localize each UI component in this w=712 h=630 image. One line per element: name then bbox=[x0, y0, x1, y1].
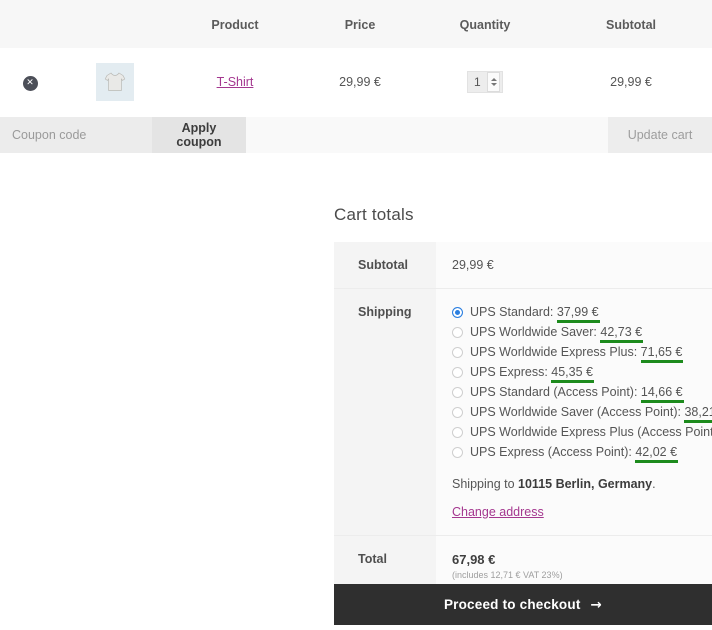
cell-subtotal: 29,99 € bbox=[610, 75, 652, 89]
shipping-option[interactable]: UPS Worldwide Saver: 42,73 € bbox=[452, 325, 698, 343]
shipping-to-prefix: Shipping to bbox=[452, 477, 519, 491]
cell-thumbnail bbox=[60, 48, 170, 116]
shipping-methods-list: UPS Standard: 37,99 € UPS Worldwide Saver… bbox=[452, 305, 712, 463]
header-price: Price bbox=[344, 18, 376, 32]
remove-item-icon[interactable]: ✕ bbox=[22, 75, 38, 91]
table-row: ✕ T-Shirt 29,99 € 1 29,99 € bbox=[0, 48, 712, 116]
shipping-option-radio[interactable] bbox=[452, 367, 463, 378]
shipping-option-name: UPS Worldwide Express Plus (Access Point… bbox=[470, 425, 712, 439]
shipping-option[interactable]: UPS Worldwide Express Plus: 71,65 € bbox=[452, 345, 698, 363]
shipping-option-label[interactable]: UPS Standard: 37,99 € bbox=[470, 305, 600, 323]
shipping-option[interactable]: UPS Worldwide Express Plus (Access Point… bbox=[452, 425, 712, 440]
quantity-increase-icon[interactable] bbox=[490, 78, 497, 81]
change-address-link[interactable]: Change address bbox=[452, 505, 544, 519]
total-value: 67,98 € bbox=[452, 552, 496, 567]
shipping-option[interactable]: UPS Express (Access Point): 42,02 € bbox=[452, 445, 698, 463]
shipping-to-address: 10115 Berlin, Germany bbox=[518, 477, 653, 491]
header-product: Product bbox=[211, 18, 259, 32]
cart-totals-table: Subtotal 29,99 € Shipping UPS Standard: … bbox=[334, 242, 712, 596]
cell-price: 29,99 € bbox=[339, 75, 381, 89]
arrow-right-icon: → bbox=[590, 596, 603, 613]
shipping-option-price: 38,21 € bbox=[684, 405, 712, 423]
quantity-spinner[interactable] bbox=[487, 72, 500, 92]
shipping-option-radio[interactable] bbox=[452, 407, 463, 418]
product-thumbnail[interactable] bbox=[96, 63, 134, 101]
shipping-destination: Shipping to 10115 Berlin, Germany. bbox=[452, 477, 698, 491]
shipping-option-price: 42,73 € bbox=[600, 325, 643, 343]
cart-table-header: Product Price Quantity Subtotal bbox=[0, 0, 712, 48]
apply-coupon-button[interactable]: Apply coupon bbox=[152, 117, 246, 153]
shipping-option-name: UPS Worldwide Saver (Access Point): bbox=[470, 405, 685, 419]
shipping-option-radio[interactable] bbox=[452, 427, 463, 438]
shipping-option-radio[interactable] bbox=[452, 347, 463, 358]
subtotal-value: 29,99 € bbox=[436, 242, 712, 289]
shipping-option-price: 42,02 € bbox=[635, 445, 678, 463]
cart-totals-section: Cart totals Subtotal 29,99 € Shipping UP… bbox=[334, 205, 712, 596]
shipping-to-suffix: . bbox=[652, 477, 656, 491]
product-name-link[interactable]: T-Shirt bbox=[217, 75, 254, 89]
shipping-option-name: UPS Worldwide Express Plus: bbox=[470, 345, 641, 359]
quantity-value[interactable]: 1 bbox=[474, 75, 487, 89]
shipping-option[interactable]: UPS Standard: 37,99 € bbox=[452, 305, 698, 323]
shipping-option[interactable]: UPS Express: 45,35 € bbox=[452, 365, 698, 383]
cell-product: T-Shirt bbox=[170, 48, 300, 116]
tshirt-icon bbox=[104, 72, 126, 91]
shipping-option-label[interactable]: UPS Standard (Access Point): 14,66 € bbox=[470, 385, 684, 403]
shipping-option-name: UPS Express (Access Point): bbox=[470, 445, 636, 459]
subtotal-label: Subtotal bbox=[334, 242, 436, 289]
shipping-option-price: 14,66 € bbox=[640, 385, 684, 403]
coupon-spacer bbox=[246, 117, 608, 153]
shipping-option-label[interactable]: UPS Worldwide Express Plus (Access Point… bbox=[470, 425, 712, 440]
header-quantity: Quantity bbox=[459, 18, 511, 32]
header-remove bbox=[0, 0, 60, 48]
coupon-row: Apply coupon Update cart bbox=[0, 117, 712, 153]
shipping-option-label[interactable]: UPS Express: 45,35 € bbox=[470, 365, 594, 383]
shipping-option-radio[interactable] bbox=[452, 327, 463, 338]
cell-remove: ✕ bbox=[0, 48, 60, 116]
total-vat-note: (includes 12,71 € VAT 23%) bbox=[452, 570, 563, 580]
shipping-option-name: UPS Worldwide Saver: bbox=[470, 325, 601, 339]
shipping-options-cell: UPS Standard: 37,99 € UPS Worldwide Saver… bbox=[436, 288, 712, 536]
cart-header-row: Product Price Quantity Subtotal bbox=[0, 0, 712, 48]
subtotal-row: Subtotal 29,99 € bbox=[334, 242, 712, 289]
shipping-option-label[interactable]: UPS Worldwide Express Plus: 71,65 € bbox=[470, 345, 684, 363]
shipping-row: Shipping UPS Standard: 37,99 € UPS Worldw… bbox=[334, 288, 712, 536]
header-subtotal: Subtotal bbox=[606, 18, 656, 32]
cart-table: Product Price Quantity Subtotal ✕ T-Shir… bbox=[0, 0, 712, 116]
shipping-option[interactable]: UPS Worldwide Saver (Access Point): 38,2… bbox=[452, 405, 712, 423]
shipping-option-name: UPS Standard: bbox=[470, 305, 557, 319]
cart-table-body: ✕ T-Shirt 29,99 € 1 29,99 € bbox=[0, 48, 712, 116]
quantity-decrease-icon[interactable] bbox=[490, 83, 497, 86]
shipping-option-radio[interactable] bbox=[452, 307, 463, 318]
proceed-to-checkout-button[interactable]: Proceed to checkout → bbox=[334, 584, 712, 625]
shipping-option-name: UPS Standard (Access Point): bbox=[470, 385, 641, 399]
shipping-option-price: 45,35 € bbox=[551, 365, 594, 383]
shipping-option[interactable]: UPS Standard (Access Point): 14,66 € bbox=[452, 385, 698, 403]
shipping-option-name: UPS Express: bbox=[470, 365, 552, 379]
shipping-option-label[interactable]: UPS Worldwide Saver: 42,73 € bbox=[470, 325, 643, 343]
shipping-label: Shipping bbox=[334, 288, 436, 536]
cart-totals-title: Cart totals bbox=[334, 205, 414, 224]
shipping-option-label[interactable]: UPS Worldwide Saver (Access Point): 38,2… bbox=[470, 405, 712, 423]
shipping-option-radio[interactable] bbox=[452, 447, 463, 458]
shipping-option-price: 71,65 € bbox=[640, 345, 684, 363]
header-thumbnail bbox=[60, 0, 170, 48]
shipping-option-radio[interactable] bbox=[452, 387, 463, 398]
coupon-code-input[interactable] bbox=[0, 117, 152, 153]
quantity-stepper[interactable]: 1 bbox=[467, 71, 503, 93]
shipping-option-label[interactable]: UPS Express (Access Point): 42,02 € bbox=[470, 445, 678, 463]
cell-quantity: 1 bbox=[420, 48, 550, 116]
update-cart-button[interactable]: Update cart bbox=[608, 117, 712, 153]
shipping-option-price: 37,99 € bbox=[556, 305, 600, 323]
checkout-label: Proceed to checkout bbox=[443, 596, 581, 612]
